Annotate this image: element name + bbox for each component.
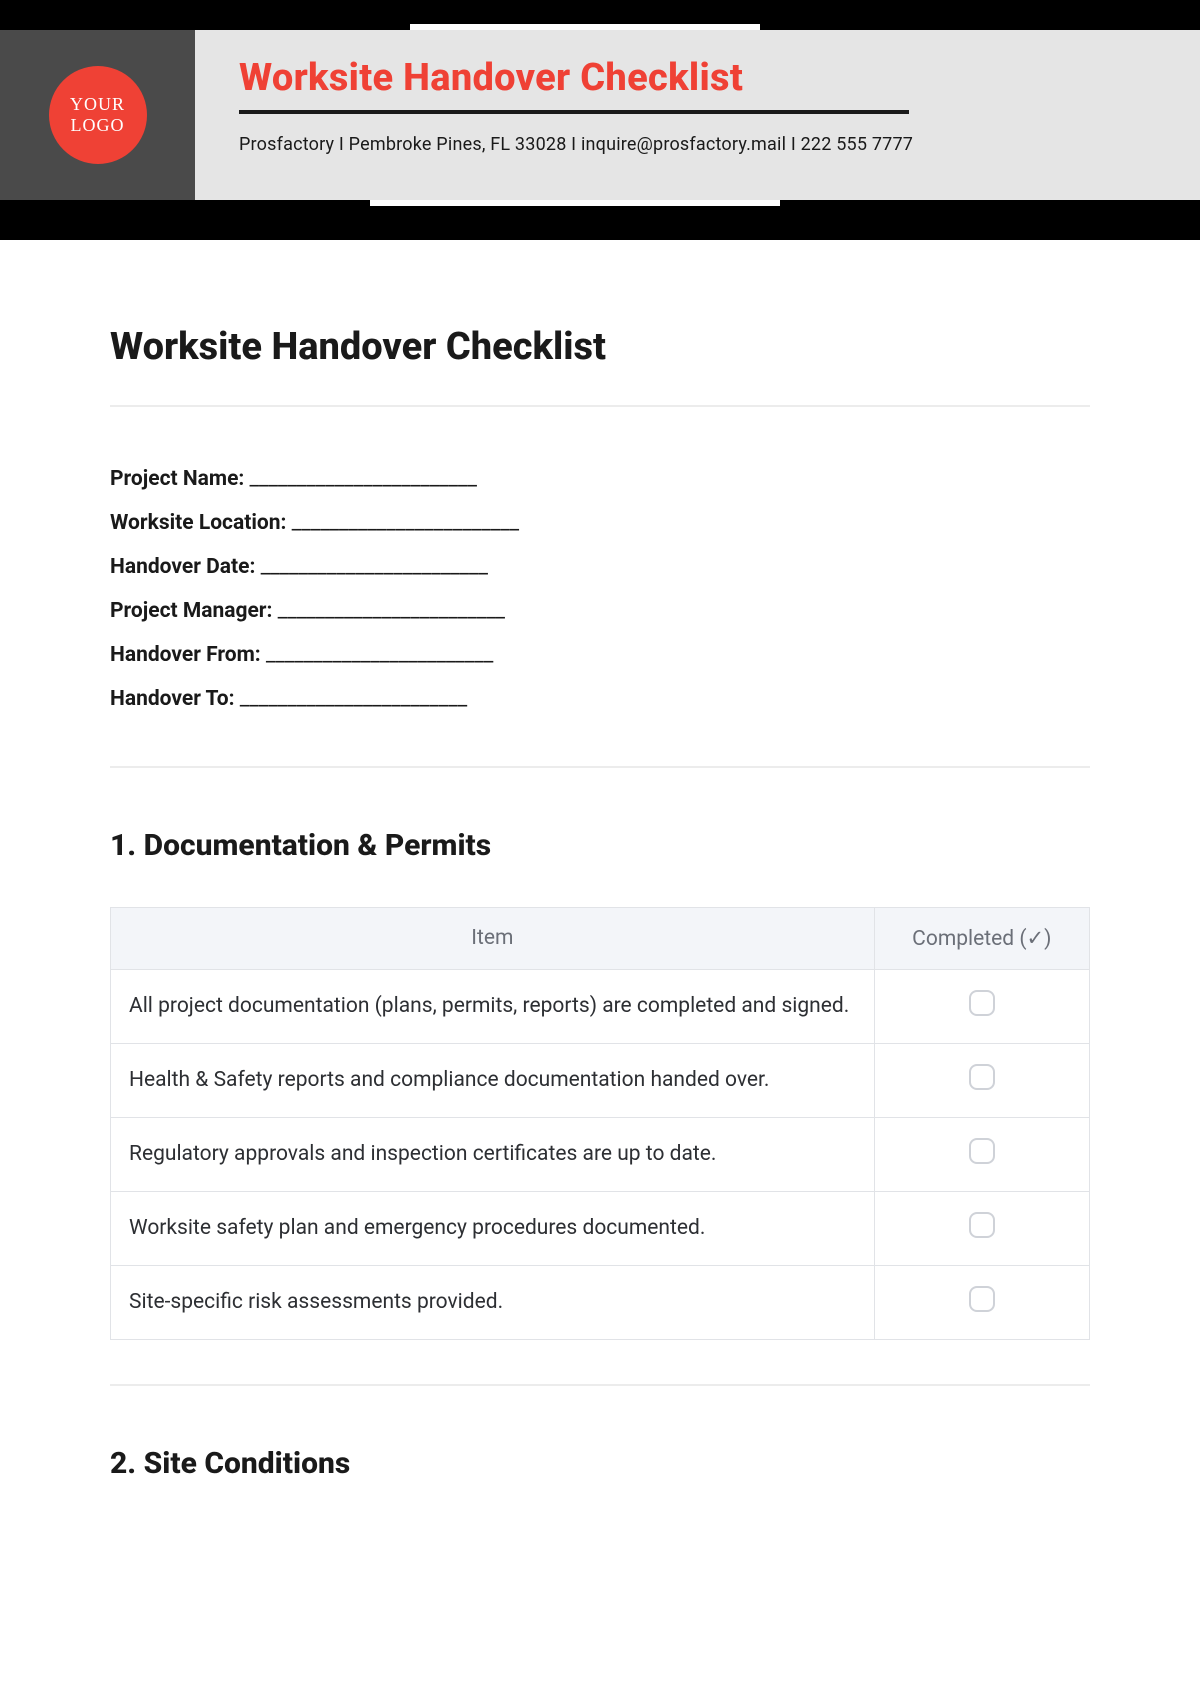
divider <box>110 1384 1090 1386</box>
document-body: Worksite Handover Checklist Project Name… <box>0 240 1200 1585</box>
project-fields: Project Name: ________________________ W… <box>110 457 1090 722</box>
field-handover-to: Handover To: ________________________ <box>110 677 1090 721</box>
item-text: Site-specific risk assessments provided. <box>111 1265 875 1339</box>
checkbox[interactable] <box>969 1138 995 1164</box>
col-item: Item <box>111 907 875 969</box>
item-text: Regulatory approvals and inspection cert… <box>111 1117 875 1191</box>
field-project-name: Project Name: ________________________ <box>110 457 1090 501</box>
table-row: All project documentation (plans, permit… <box>111 969 1090 1043</box>
divider <box>110 405 1090 407</box>
checkbox[interactable] <box>969 1212 995 1238</box>
table-row: Health & Safety reports and compliance d… <box>111 1043 1090 1117</box>
section-1-heading: 1. Documentation & Permits <box>110 828 1090 863</box>
table-row: Regulatory approvals and inspection cert… <box>111 1117 1090 1191</box>
page-title: Worksite Handover Checklist <box>110 325 1090 369</box>
field-project-manager: Project Manager: _______________________… <box>110 589 1090 633</box>
field-handover-from: Handover From: ________________________ <box>110 633 1090 677</box>
item-text: Health & Safety reports and compliance d… <box>111 1043 875 1117</box>
divider <box>110 766 1090 768</box>
header-banner: YOUR LOGO Worksite Handover Checklist Pr… <box>0 0 1200 240</box>
checkbox[interactable] <box>969 990 995 1016</box>
item-text: Worksite safety plan and emergency proce… <box>111 1191 875 1265</box>
col-completed: Completed (✓) <box>874 907 1089 969</box>
banner-subline: Prosfactory I Pembroke Pines, FL 33028 I… <box>239 134 1160 155</box>
banner-title: Worksite Handover Checklist <box>239 56 1160 100</box>
field-handover-date: Handover Date: ________________________ <box>110 545 1090 589</box>
logo-block: YOUR LOGO <box>0 30 195 200</box>
checkbox[interactable] <box>969 1286 995 1312</box>
logo-text-2: LOGO <box>71 115 125 136</box>
table-row: Site-specific risk assessments provided. <box>111 1265 1090 1339</box>
header-content: Worksite Handover Checklist Prosfactory … <box>195 30 1200 200</box>
decorative-line-bottom <box>370 200 780 206</box>
section-2-heading: 2. Site Conditions <box>110 1446 1090 1481</box>
title-underline <box>239 110 909 114</box>
item-text: All project documentation (plans, permit… <box>111 969 875 1043</box>
field-worksite-location: Worksite Location: _____________________… <box>110 501 1090 545</box>
checklist-table: Item Completed (✓) All project documenta… <box>110 907 1090 1340</box>
logo-icon: YOUR LOGO <box>49 66 147 164</box>
table-row: Worksite safety plan and emergency proce… <box>111 1191 1090 1265</box>
checkbox[interactable] <box>969 1064 995 1090</box>
logo-text-1: YOUR <box>70 94 125 115</box>
